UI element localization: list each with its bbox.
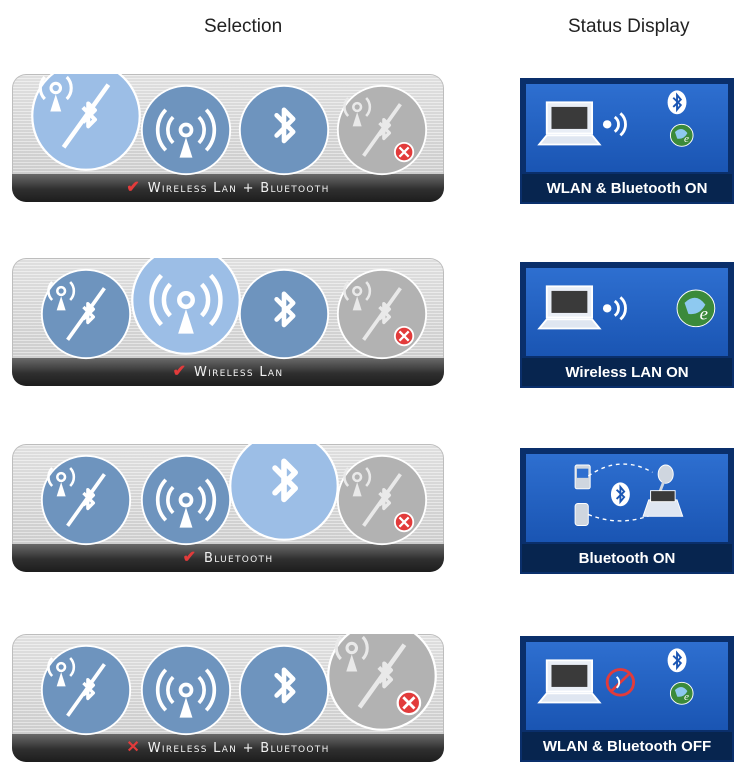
all-off-button[interactable] — [336, 84, 428, 176]
status-illustration: e — [526, 268, 728, 356]
status-illustration: e — [526, 84, 728, 172]
wlan-bluetooth-button[interactable] — [40, 268, 132, 360]
bluetooth-button[interactable] — [238, 268, 330, 360]
check-mark-icon: ✔ — [182, 549, 196, 566]
selection-label-strip: ✔ Wireless Lan — [12, 358, 444, 386]
selection-bar: ✕ Wireless Lan + Bluetooth — [12, 634, 444, 762]
laptop-icon — [642, 490, 684, 517]
bluetooth-button[interactable] — [238, 644, 330, 736]
status-illustration — [526, 454, 728, 542]
selection-label: Bluetooth — [204, 550, 274, 566]
status-label: Wireless LAN ON — [522, 358, 732, 386]
all-off-button[interactable] — [336, 454, 428, 546]
status-display-panel: e Wireless LAN ON — [520, 262, 734, 388]
selection-label: Wireless Lan + Bluetooth — [147, 740, 330, 756]
status-display-panel: Bluetooth ON — [520, 448, 734, 574]
status-display-heading: Status Display — [568, 16, 690, 37]
status-illustration: e — [526, 642, 728, 730]
globe-icon: e — [669, 123, 694, 147]
bluetooth-button[interactable] — [228, 444, 340, 542]
wlan-button[interactable] — [140, 454, 232, 546]
bluetooth-icon — [667, 648, 687, 673]
svg-text:e: e — [700, 304, 708, 325]
status-display-panel: e WLAN & Bluetooth OFF — [520, 636, 734, 762]
check-mark-icon: ✔ — [172, 363, 186, 380]
selection-bar: ✔ Bluetooth — [12, 444, 444, 572]
laptop-icon — [537, 659, 602, 704]
wlan-bluetooth-button[interactable] — [30, 74, 142, 172]
signal-waves-icon — [602, 296, 627, 321]
selection-label-strip: ✕ Wireless Lan + Bluetooth — [12, 734, 444, 762]
no-signal-icon — [605, 668, 636, 697]
selection-label: Wireless Lan — [193, 364, 284, 380]
check-mark-icon: ✔ — [126, 179, 140, 196]
bluetooth-button[interactable] — [238, 84, 330, 176]
bluetooth-icon — [610, 482, 630, 507]
wlan-button[interactable] — [140, 644, 232, 736]
wlan-bluetooth-button[interactable] — [40, 644, 132, 736]
selection-bar: ✔ Wireless Lan + Bluetooth — [12, 74, 444, 202]
selection-label-strip: ✔ Bluetooth — [12, 544, 444, 572]
laptop-icon — [537, 285, 602, 330]
selection-label: Wireless Lan + Bluetooth — [147, 180, 330, 196]
all-off-button[interactable] — [326, 634, 438, 732]
svg-text:e: e — [684, 691, 689, 703]
laptop-icon — [537, 101, 602, 146]
svg-text:e: e — [684, 133, 689, 145]
selection-label-strip: ✔ Wireless Lan + Bluetooth — [12, 174, 444, 202]
wlan-bluetooth-button[interactable] — [40, 454, 132, 546]
all-off-button[interactable] — [336, 268, 428, 360]
globe-icon: e — [669, 681, 694, 705]
selection-heading: Selection — [204, 16, 283, 37]
status-label: Bluetooth ON — [522, 544, 732, 572]
selection-bar: ✔ Wireless Lan — [12, 258, 444, 386]
status-label: WLAN & Bluetooth OFF — [522, 732, 732, 760]
x-mark-icon: ✕ — [126, 739, 140, 756]
wlan-button[interactable] — [130, 258, 242, 356]
globe-icon: e — [676, 289, 716, 328]
status-label: WLAN & Bluetooth ON — [522, 174, 732, 202]
status-display-panel: e WLAN & Bluetooth ON — [520, 78, 734, 204]
phone-icon — [574, 464, 591, 526]
signal-waves-icon — [602, 112, 627, 137]
bluetooth-icon — [667, 90, 687, 115]
wlan-button[interactable] — [140, 84, 232, 176]
